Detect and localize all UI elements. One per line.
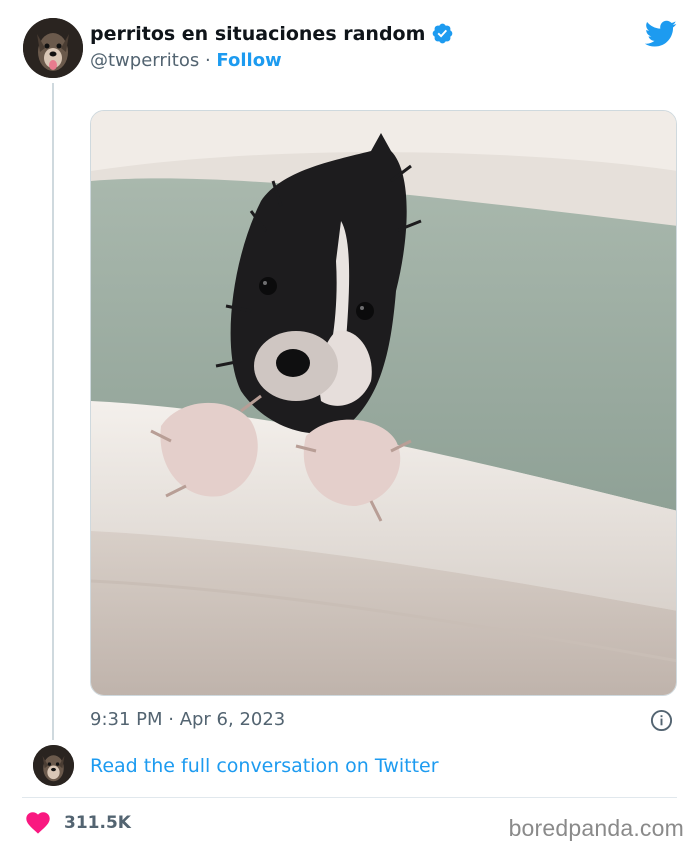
profile-avatar[interactable]: [23, 18, 83, 78]
separator: ·: [204, 50, 211, 71]
like-count: 311.5K: [64, 813, 131, 833]
handle[interactable]: @twperritos: [90, 50, 199, 71]
dog-avatar-image: [33, 745, 74, 786]
display-name-text[interactable]: perritos en situaciones random: [90, 23, 425, 45]
tweet-timestamp[interactable]: 9:31 PM · Apr 6, 2023: [90, 709, 285, 730]
author-name[interactable]: perritos en situaciones random: [90, 22, 454, 45]
info-icon[interactable]: [650, 709, 673, 732]
boredpanda-watermark: boredpanda.com: [508, 815, 684, 841]
thread-line: [52, 83, 54, 740]
verified-badge-icon: [433, 23, 453, 44]
tweet-media-photo[interactable]: [90, 110, 677, 696]
read-conversation-link[interactable]: Read the full conversation on Twitter: [90, 755, 439, 777]
dog-avatar-image: [23, 18, 83, 78]
divider: [22, 797, 677, 798]
like-button[interactable]: 311.5K: [26, 812, 131, 834]
puppy-in-bathtub-image: [91, 111, 676, 695]
tweet-embed: perritos en situaciones random @twperrit…: [0, 0, 700, 851]
follow-button[interactable]: Follow: [216, 50, 281, 71]
heart-icon: [26, 812, 50, 834]
twitter-bird-icon[interactable]: [645, 20, 677, 48]
handle-row: @twperritos · Follow: [90, 50, 282, 71]
reply-avatar[interactable]: [33, 745, 74, 786]
